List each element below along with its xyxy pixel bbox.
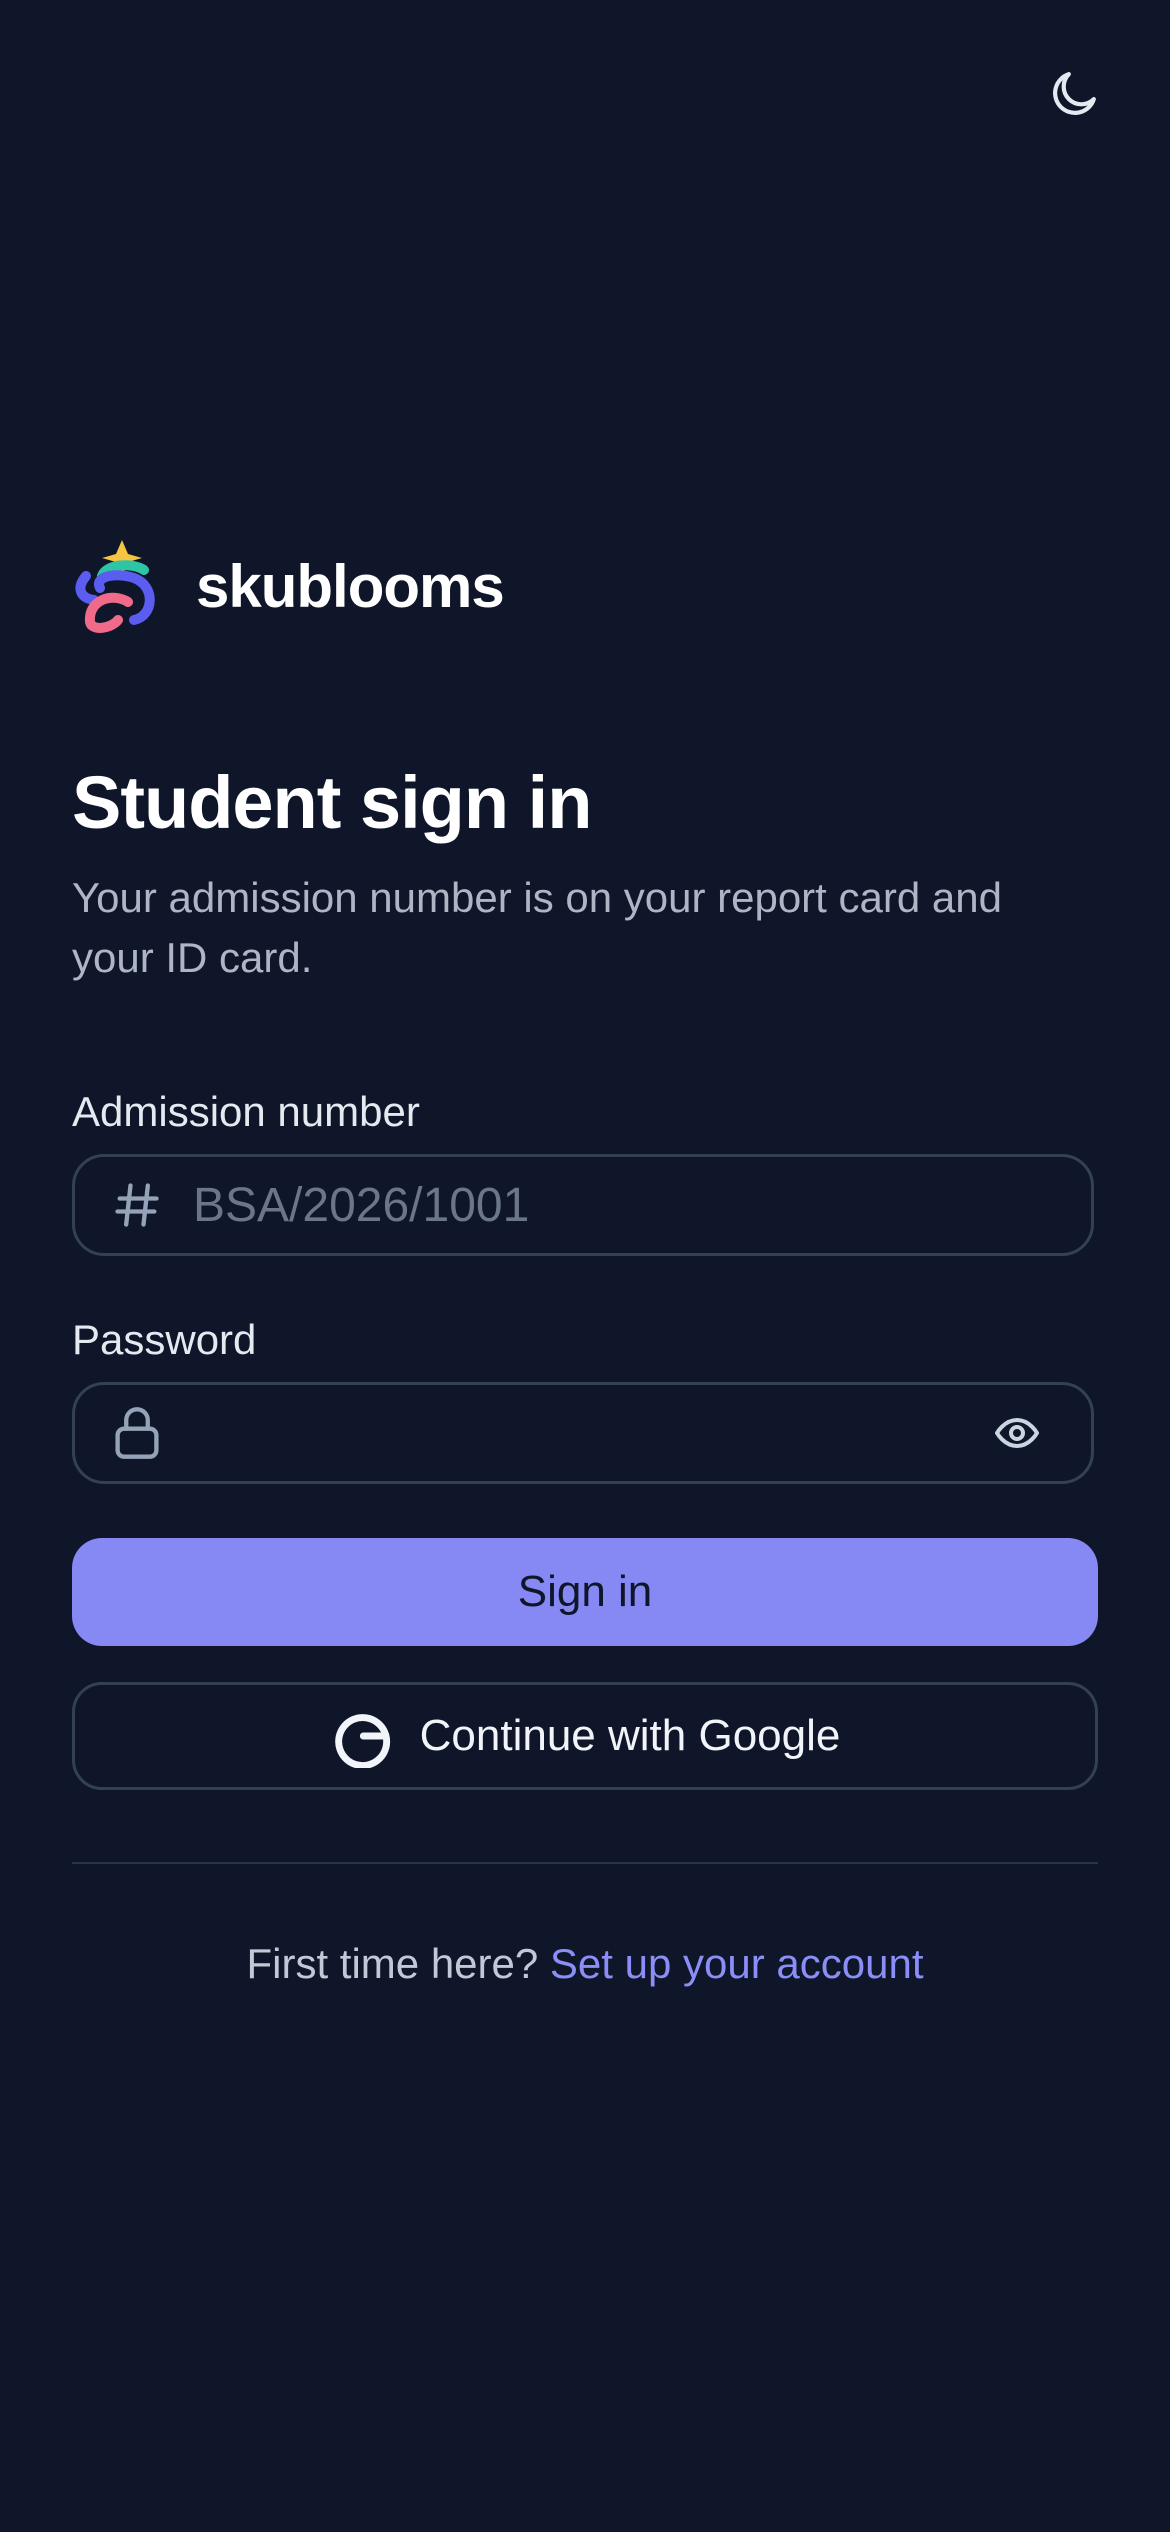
brand-name: skublooms — [196, 552, 505, 620]
admission-number-label: Admission number — [72, 1088, 420, 1135]
divider — [72, 1862, 1098, 1864]
theme-toggle-button[interactable] — [1042, 64, 1106, 128]
skublooms-logo — [72, 536, 168, 636]
brand: skublooms — [72, 536, 505, 636]
password-label: Password — [72, 1316, 257, 1363]
setup-account-link[interactable]: Set up your account — [550, 1940, 924, 1987]
continue-with-google-button[interactable]: Continue with Google — [72, 1682, 1098, 1790]
sign-in-button[interactable]: Sign in — [72, 1538, 1098, 1646]
google-g-icon — [330, 1704, 394, 1769]
page-subtitle: Your admission number is on your report … — [72, 874, 1002, 981]
admission-number-field[interactable] — [72, 1154, 1094, 1256]
page-title: Student sign in — [72, 761, 592, 844]
password-field[interactable] — [72, 1382, 1094, 1484]
sign-in-label: Sign in — [517, 1567, 653, 1616]
footer-prompt: First time here? — [246, 1940, 550, 1987]
eye-icon[interactable] — [989, 1405, 1045, 1461]
google-button-label: Continue with Google — [419, 1711, 841, 1760]
footer: First time here? Set up your account — [0, 1940, 1170, 1988]
hash-icon — [111, 1177, 163, 1233]
admission-number-input[interactable] — [193, 1157, 993, 1253]
moon-icon — [1046, 66, 1102, 127]
lock-icon — [111, 1405, 163, 1461]
password-input[interactable] — [193, 1385, 993, 1481]
